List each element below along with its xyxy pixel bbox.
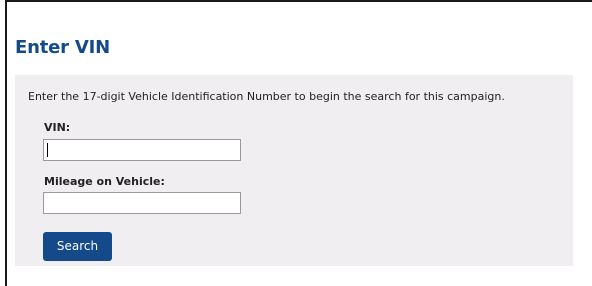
form-instructions: Enter the 17-digit Vehicle Identificatio… (28, 90, 505, 103)
page-title: Enter VIN (15, 37, 110, 58)
mileage-label: Mileage on Vehicle: (44, 175, 165, 188)
text-cursor-icon (47, 143, 48, 157)
mileage-input[interactable] (43, 192, 241, 214)
vin-label: VIN: (44, 121, 71, 134)
search-button[interactable]: Search (43, 232, 112, 261)
vin-input[interactable] (43, 139, 241, 161)
